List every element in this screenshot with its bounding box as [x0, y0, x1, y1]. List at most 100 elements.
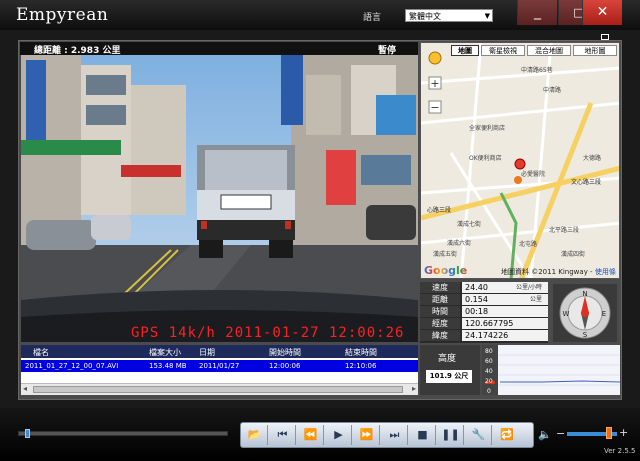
map-label: 漢成六街	[447, 240, 472, 247]
map-label: 文心路三段	[571, 179, 602, 186]
compass-w: W	[563, 310, 570, 318]
map-tabs: 地圖 衛星檢視 混合地圖 地形圖	[451, 45, 619, 56]
fast-forward-button[interactable]: ⏩	[354, 425, 380, 445]
svg-text:+: +	[430, 77, 439, 90]
file-list: 檔名 檔案大小 日期 開始時間 結束時間 2011_01_27_12_00_07…	[21, 345, 418, 395]
map-credit: 地圖資料 ©2011 Kingway - 使用條款	[501, 267, 619, 278]
app-logo: Empyrean	[16, 5, 109, 25]
tick-label: 80	[485, 348, 493, 355]
close-button[interactable]: ✕	[582, 0, 622, 25]
stop-button[interactable]: ■	[410, 425, 436, 445]
video-header: 總距離 : 2.983 公里 暫停	[20, 42, 418, 56]
compass: N S W E	[553, 284, 617, 342]
scroll-thumb[interactable]	[33, 386, 403, 393]
fast-forward-icon: ⏩	[359, 428, 374, 441]
volume-up-icon[interactable]: +	[619, 426, 628, 439]
tick-label: 20	[485, 378, 493, 385]
rewind-icon: ⏪	[303, 428, 318, 441]
tick-label: 60	[485, 358, 493, 365]
tab-hybrid[interactable]: 混合地圖	[527, 45, 571, 56]
map-label: 北平路三段	[549, 227, 580, 234]
language-label: 語言	[363, 13, 382, 23]
tab-terrain[interactable]: 地形圖	[573, 45, 617, 56]
language-selected: 繁體中文	[409, 12, 441, 21]
video-player[interactable]: GPS 14k/h 2011-01-27 12:00:26	[21, 55, 418, 342]
altitude-panel: 高度 101.9 公尺 80 60 40 20 0	[420, 345, 621, 395]
column-filename[interactable]: 檔名	[33, 347, 49, 358]
tick-label: 0	[487, 388, 491, 395]
stop-icon: ■	[417, 428, 428, 441]
repeat-icon: 🔁	[500, 428, 514, 441]
version-label: Ver 2.5.5	[604, 447, 636, 455]
gps-overlay: GPS 14k/h 2011-01-27 12:00:26	[131, 325, 405, 341]
tab-map[interactable]: 地圖	[451, 45, 479, 56]
pause-icon: ❚❚	[441, 428, 460, 441]
volume-down-icon[interactable]: −	[556, 427, 565, 440]
map-label: 漢成四街	[561, 251, 586, 258]
altitude-chart: 80 60 40 20 0	[482, 345, 621, 395]
cell-end-time: 12:10:06	[345, 362, 377, 370]
play-button[interactable]: ▶	[326, 425, 352, 445]
column-filesize[interactable]: 檔案大小	[149, 347, 181, 358]
info-row-longitude: 經度 120.667795	[420, 318, 548, 330]
cell-start-time: 12:00:06	[269, 362, 301, 370]
map-label: 中清路	[543, 87, 562, 94]
previous-file-button[interactable]: ⏮	[270, 425, 296, 445]
zoom-control: + −	[428, 51, 442, 114]
pause-button[interactable]: ❚❚	[438, 425, 464, 445]
map-label: 中清路65巷	[521, 67, 553, 74]
folder-icon: 📂	[247, 428, 262, 441]
repeat-button[interactable]: 🔁	[494, 425, 520, 445]
map-label: 漢成五街	[433, 251, 458, 258]
compass-s: S	[583, 331, 588, 339]
playback-controls: 📂 ⏮ ⏪ ▶ ⏩ ⏭ ■ ❚❚ 🔧 🔁	[240, 422, 534, 448]
google-logo: Google	[424, 264, 468, 277]
chevron-down-icon: ▼	[484, 12, 490, 20]
video-frame	[21, 55, 418, 342]
close-icon: ✕	[596, 4, 609, 20]
pegman-icon[interactable]	[428, 51, 442, 65]
altitude-value: 101.9 公尺	[426, 370, 472, 383]
altitude-label: 高度	[438, 354, 457, 364]
next-file-button[interactable]: ⏭	[382, 425, 408, 445]
skip-end-icon: ⏭	[389, 428, 400, 441]
minimize-icon: _	[534, 4, 541, 20]
settings-button[interactable]: 🔧	[466, 425, 492, 445]
info-row-speed: 速度 24.40 公里/小時	[420, 282, 548, 294]
compass-e: E	[602, 310, 606, 318]
column-end-time[interactable]: 結束時間	[345, 347, 377, 358]
wrench-icon: 🔧	[471, 428, 486, 441]
map-label: 心路三段	[427, 207, 452, 214]
map-label: OK便利商店	[469, 155, 502, 162]
scroll-left-icon[interactable]: ◂	[23, 384, 27, 393]
file-list-header: 檔名 檔案大小 日期 開始時間 結束時間	[21, 345, 418, 358]
open-folder-button[interactable]: 📂	[242, 425, 268, 445]
compass-icon: N S W E	[553, 284, 617, 342]
info-row-latitude: 緯度 24.174226	[420, 330, 548, 342]
language-select[interactable]: 繁體中文 ▼	[405, 9, 493, 22]
compass-n: N	[582, 290, 587, 298]
map-label: 必愛醫院	[521, 171, 546, 178]
scroll-right-icon[interactable]: ▸	[412, 384, 416, 393]
rewind-button[interactable]: ⏪	[298, 425, 324, 445]
map-label: 北屯路	[519, 241, 538, 248]
cell-filesize: 153.48 MB	[149, 362, 187, 370]
info-row-time: 時間 00:18	[420, 306, 548, 318]
info-row-distance: 距離 0.154 公里	[420, 294, 548, 306]
volume-knob[interactable]	[606, 427, 612, 439]
map-view[interactable]: 地圖 衛星檢視 混合地圖 地形圖 + − 中清路65巷 中清路 全家便利商店 O…	[420, 42, 620, 279]
speaker-icon[interactable]: 🔈	[538, 428, 552, 441]
seek-knob[interactable]	[25, 429, 31, 438]
tab-satellite[interactable]: 衛星檢視	[481, 45, 525, 56]
minimize-button[interactable]: _	[517, 0, 557, 25]
gps-info-table: 速度 24.40 公里/小時 距離 0.154 公里 時間 00:18 經度 120.667…	[420, 282, 548, 343]
seek-bar[interactable]	[18, 429, 228, 438]
play-icon: ▶	[334, 428, 343, 441]
column-start-time[interactable]: 開始時間	[269, 347, 301, 358]
tick-label: 40	[485, 368, 493, 375]
table-row[interactable]: 2011_01_27_12_00_07.AVI 153.48 MB 2011/0…	[21, 360, 418, 372]
horizontal-scrollbar[interactable]: ◂ ▸	[21, 383, 418, 395]
altitude-label-box: 高度 101.9 公尺	[420, 345, 480, 395]
cell-filename: 2011_01_27_12_00_07.AVI	[25, 362, 119, 370]
column-date[interactable]: 日期	[199, 347, 215, 358]
